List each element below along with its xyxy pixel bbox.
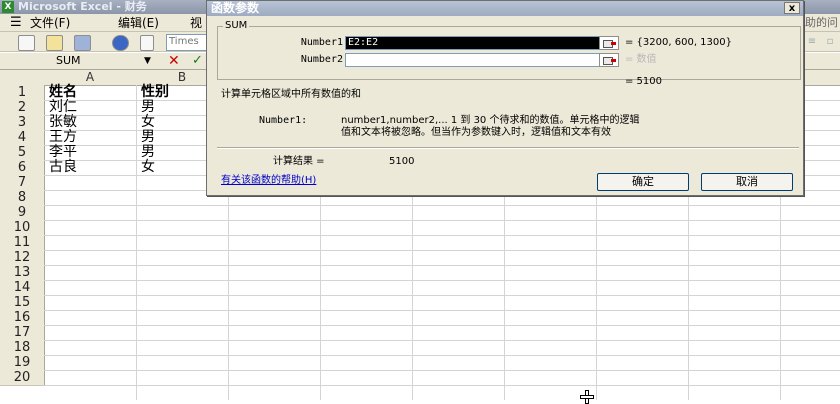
number2-input[interactable] bbox=[345, 53, 607, 67]
row-header[interactable]: 19 bbox=[0, 355, 45, 371]
excel-app-icon: X bbox=[2, 1, 14, 13]
dialog-title: 函数参数 bbox=[211, 1, 260, 15]
argument-help-line-1: number1,number2,... 1 到 30 个待求和的数值。单元格中的… bbox=[341, 115, 640, 126]
number2-result: = 数值 bbox=[625, 54, 657, 65]
menu-view[interactable]: 视 bbox=[190, 14, 202, 32]
function-description: 计算单元格区域中所有数值的和 bbox=[221, 89, 361, 100]
row-header[interactable]: 20 bbox=[0, 370, 45, 386]
row-header[interactable]: 14 bbox=[0, 280, 45, 296]
save-icon[interactable] bbox=[74, 35, 91, 51]
row-header[interactable]: 8 bbox=[0, 190, 45, 206]
new-document-icon[interactable] bbox=[18, 35, 35, 51]
cell-a3[interactable]: 张敏 bbox=[46, 115, 77, 130]
toolbar-options-icon[interactable] bbox=[140, 35, 154, 51]
number2-label: Number2 bbox=[300, 54, 343, 65]
window-title: Microsoft Excel - 财务 bbox=[18, 0, 147, 13]
dialog-divider bbox=[217, 147, 799, 149]
name-box[interactable]: SUM bbox=[0, 53, 214, 69]
cell-b1[interactable]: 性别 bbox=[138, 85, 169, 100]
cell-b6[interactable]: 女 bbox=[138, 160, 155, 175]
align-left-icon[interactable]: ≡ bbox=[806, 36, 818, 48]
row-header[interactable]: 16 bbox=[0, 310, 45, 326]
cell-b5[interactable]: 男 bbox=[138, 145, 155, 160]
row-header[interactable]: 18 bbox=[0, 340, 45, 356]
open-folder-icon[interactable] bbox=[46, 35, 63, 51]
dialog-title-bar[interactable]: 函数参数 x bbox=[207, 1, 803, 16]
menu-edit[interactable]: 编辑(E) bbox=[118, 14, 159, 32]
collapse-dialog-icon[interactable] bbox=[599, 53, 619, 67]
cell-b3[interactable]: 女 bbox=[138, 115, 155, 130]
menu-icon[interactable]: ☰ bbox=[10, 14, 22, 32]
cell-select-cursor-icon bbox=[580, 390, 594, 404]
number1-input[interactable]: E2:E2 bbox=[345, 36, 607, 50]
row-header[interactable]: 6 bbox=[0, 160, 45, 176]
help-icon[interactable] bbox=[112, 35, 129, 51]
argument-help-line-2: 值和文本将被忽略。但当作为参数键入时，逻辑值和文本有效 bbox=[341, 127, 611, 138]
confirm-entry-icon[interactable]: ✓ bbox=[192, 53, 203, 69]
argument-help-label: Number1: bbox=[259, 115, 308, 126]
name-box-dropdown-icon[interactable]: ▼ bbox=[144, 53, 151, 69]
function-help-link[interactable]: 有关该函数的帮助(H) bbox=[221, 175, 316, 187]
row-header[interactable]: 12 bbox=[0, 250, 45, 266]
format-icon[interactable]: ▫ bbox=[824, 36, 836, 48]
calc-result-label: 计算结果 = bbox=[273, 156, 325, 167]
calc-result-value: 5100 bbox=[389, 156, 415, 167]
row-header[interactable]: 5 bbox=[0, 145, 45, 161]
close-icon[interactable]: x bbox=[784, 2, 800, 14]
row-header[interactable]: 13 bbox=[0, 265, 45, 281]
function-arguments-dialog: 函数参数 x SUM Number1 E2:E2 = {3200, 600, 1… bbox=[206, 0, 804, 196]
ok-button[interactable]: 确定 bbox=[597, 173, 689, 191]
cell-a4[interactable]: 王方 bbox=[46, 130, 77, 145]
menu-file[interactable]: 文件(F) bbox=[30, 14, 70, 32]
row-header[interactable]: 7 bbox=[0, 175, 45, 191]
cell-a5[interactable]: 李平 bbox=[46, 145, 77, 160]
row-header[interactable]: 2 bbox=[0, 100, 45, 116]
row-header[interactable]: 17 bbox=[0, 325, 45, 341]
number1-label: Number1 bbox=[300, 37, 343, 48]
row-header[interactable]: 4 bbox=[0, 130, 45, 146]
cancel-button[interactable]: 取消 bbox=[701, 173, 793, 191]
cell-a1[interactable]: 姓名 bbox=[46, 85, 77, 100]
row-header[interactable]: 10 bbox=[0, 220, 45, 236]
row-header[interactable]: 9 bbox=[0, 205, 45, 221]
function-name-label: SUM bbox=[223, 20, 250, 32]
row-header[interactable]: 15 bbox=[0, 295, 45, 311]
cell-a6[interactable]: 古良 bbox=[46, 160, 77, 175]
number1-result: = {3200, 600, 1300} bbox=[625, 37, 732, 48]
help-question-box[interactable]: 助的问 bbox=[805, 14, 838, 32]
select-all-corner[interactable] bbox=[0, 70, 45, 86]
cell-b4[interactable]: 男 bbox=[138, 130, 155, 145]
cancel-entry-icon[interactable]: ✕ bbox=[168, 53, 180, 69]
collapse-dialog-icon[interactable] bbox=[599, 36, 619, 50]
row-header[interactable]: 3 bbox=[0, 115, 45, 131]
row-header[interactable]: 11 bbox=[0, 235, 45, 251]
cell-b2[interactable]: 男 bbox=[138, 100, 155, 115]
row-header[interactable]: 1 bbox=[0, 85, 45, 101]
function-total-result: = 5100 bbox=[625, 76, 663, 87]
cell-a2[interactable]: 刘仁 bbox=[46, 100, 77, 115]
